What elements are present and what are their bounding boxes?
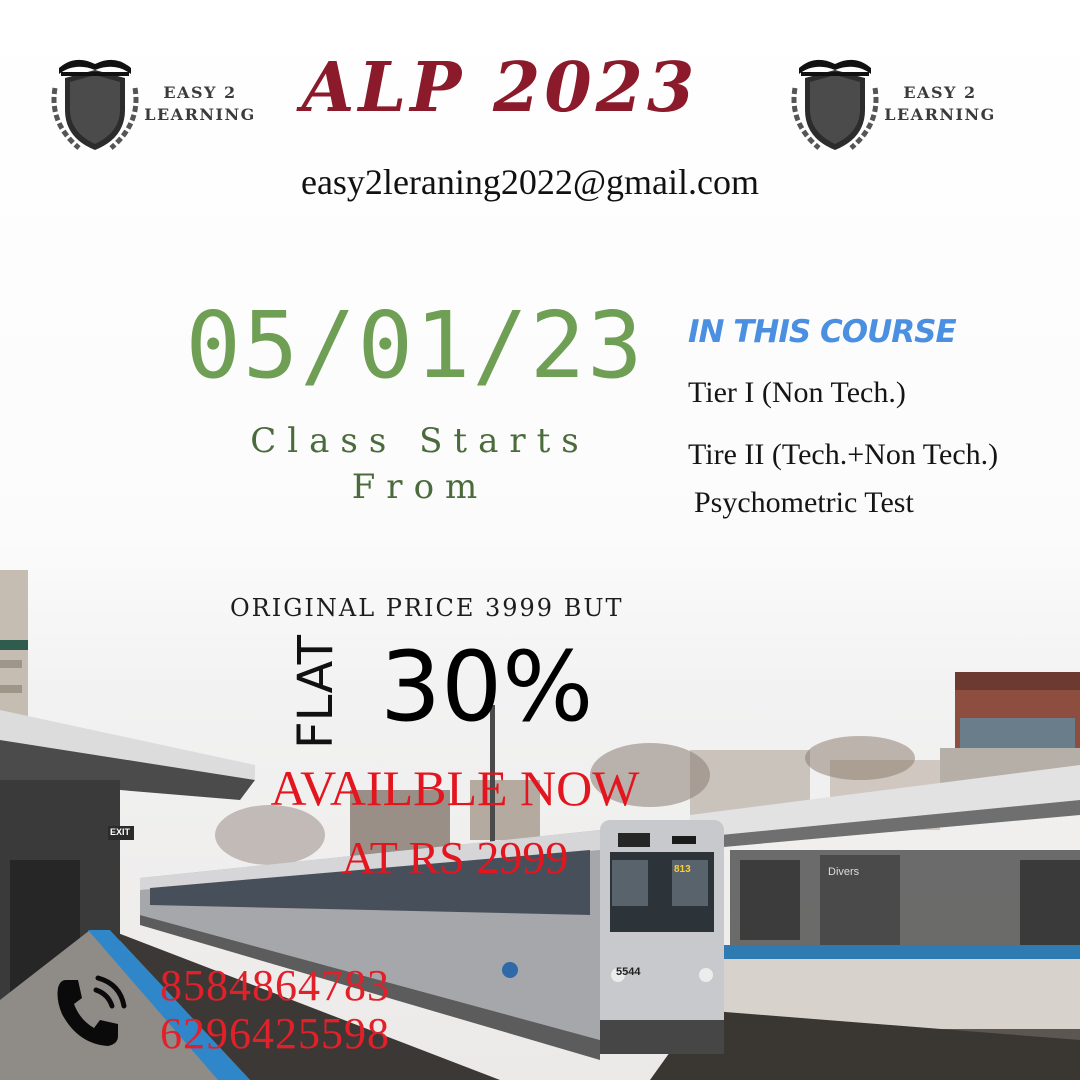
flat-label: FLAT	[288, 635, 344, 749]
poster: 813 5544 Divers EXIT EASY 2 LEARNING EAS…	[0, 0, 1080, 1080]
class-starts-line1: Class Starts	[250, 421, 590, 461]
exit-sign: EXIT	[110, 827, 131, 837]
available-now: AVAILBLE NOW	[270, 760, 640, 816]
phone-number[interactable]: 8584864783	[160, 962, 390, 1010]
logo-right-line2: LEARNING	[884, 105, 996, 124]
logo-right-line1: EASY 2	[903, 83, 977, 102]
phone-number[interactable]: 6296425598	[160, 1010, 390, 1058]
logo-left-text: EASY 2 LEARNING	[140, 82, 260, 126]
course-item: Tire II (Tech.+Non Tech.)	[688, 438, 999, 471]
shield-book-laurel-icon	[51, 59, 139, 150]
phone-ringing-icon	[57, 975, 127, 1046]
logo-left-line2: LEARNING	[144, 105, 256, 124]
logo-left-line1: EASY 2	[163, 83, 237, 102]
offer-price: AT RS 2999	[341, 832, 569, 883]
station-sign: Divers	[828, 866, 860, 878]
class-starts-label: Class Starts From	[220, 418, 620, 510]
contact-email[interactable]: easy2leraning2022@gmail.com	[200, 160, 860, 204]
discount-percent: 30%	[380, 631, 594, 743]
page-title: ALP 2023	[301, 48, 699, 128]
class-start-date: 05/01/23	[185, 292, 645, 399]
course-item: Tier I (Non Tech.)	[688, 376, 906, 409]
logo-right-text: EASY 2 LEARNING	[880, 82, 1000, 126]
original-price: original price 3999 but	[230, 594, 624, 622]
course-item: Psychometric Test	[694, 486, 914, 519]
class-starts-line2: From	[351, 467, 489, 507]
shield-book-laurel-icon	[791, 59, 879, 150]
train-number: 5544	[616, 966, 641, 978]
course-heading: IN THIS COURSE	[688, 314, 957, 350]
